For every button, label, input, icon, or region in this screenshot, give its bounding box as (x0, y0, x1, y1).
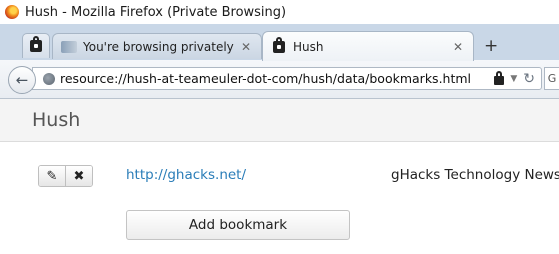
back-arrow-icon: ← (15, 71, 29, 89)
tab-label: Hush (293, 39, 324, 54)
dropdown-arrow-icon[interactable]: ▼ (510, 74, 517, 84)
firefox-logo-icon (5, 5, 19, 19)
lock-icon (494, 70, 505, 85)
lock-icon (30, 36, 42, 52)
navigation-toolbar: resource://hush-at-teameuler-dot-com/hus… (0, 60, 559, 99)
search-engine-icon: G (547, 72, 557, 85)
tab-strip: You're browsing privately ✕ Hush ✕ + (0, 24, 559, 61)
close-tab-icon[interactable]: ✕ (241, 40, 251, 54)
reload-icon[interactable]: ↻ (523, 71, 535, 87)
window-title: Hush - Mozilla Firefox (Private Browsing… (25, 4, 287, 20)
back-button[interactable]: ← (8, 66, 36, 94)
delete-icon: ✖ (73, 168, 85, 184)
page-title: Hush (32, 109, 81, 131)
pinned-tab[interactable] (22, 33, 50, 58)
bookmark-title: gHacks Technology News (391, 167, 559, 183)
tab-hush[interactable]: Hush ✕ (262, 31, 474, 61)
close-tab-icon[interactable]: ✕ (453, 40, 463, 54)
add-bookmark-button[interactable]: Add bookmark (126, 210, 350, 240)
tab-private-browsing[interactable]: You're browsing privately ✕ (52, 33, 262, 59)
lock-icon (273, 36, 285, 53)
edit-icon: ✎ (46, 168, 58, 184)
page-header: Hush (0, 99, 559, 142)
tab-label: You're browsing privately (83, 39, 234, 54)
site-identity-icon[interactable] (43, 72, 55, 85)
window-titlebar: Hush - Mozilla Firefox (Private Browsing… (0, 0, 559, 24)
url-text[interactable]: resource://hush-at-teameuler-dot-com/hus… (60, 71, 494, 86)
delete-button[interactable]: ✖ (65, 166, 92, 186)
search-bar[interactable]: G (544, 67, 559, 90)
private-browsing-icon (61, 40, 77, 53)
url-bar[interactable]: resource://hush-at-teameuler-dot-com/hus… (32, 67, 542, 90)
bookmark-url-link[interactable]: http://ghacks.net/ (126, 167, 246, 183)
bookmark-actions: ✎ ✖ (38, 165, 93, 187)
new-tab-button[interactable]: + (484, 36, 498, 56)
edit-button[interactable]: ✎ (39, 166, 65, 186)
